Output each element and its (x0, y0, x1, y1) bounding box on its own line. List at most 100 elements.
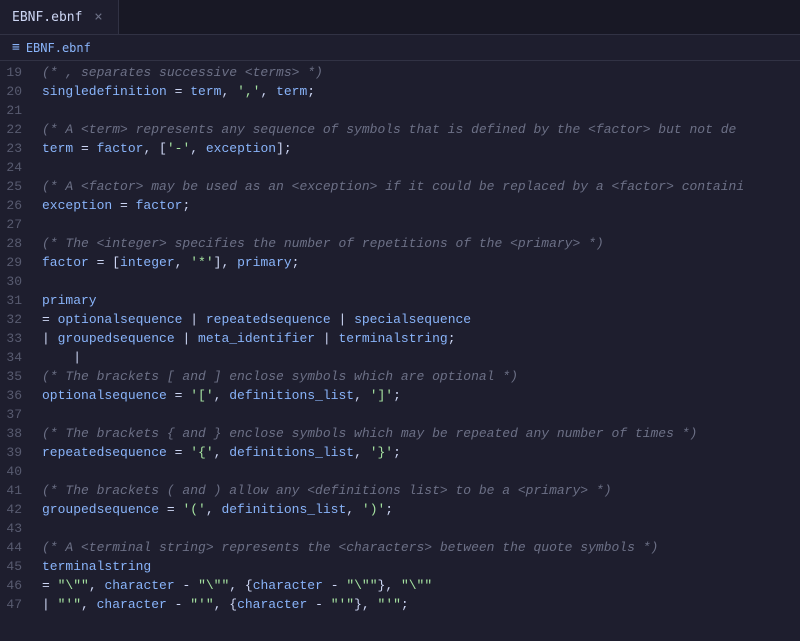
token-comment: (* The brackets ( and ) allow any <defin… (42, 483, 612, 498)
token-operator: | (175, 331, 198, 346)
token-operator: = (167, 388, 190, 403)
line-code: terminalstring (42, 557, 800, 576)
token-comment: (* A <factor> may be used as an <excepti… (42, 179, 744, 194)
token-operator: = (42, 578, 58, 593)
line-code: | groupedsequence | meta_identifier | te… (42, 329, 800, 348)
token-operator: = (112, 198, 135, 213)
token-string: ',' (237, 84, 260, 99)
token-comment: (* A <term> represents any sequence of s… (42, 122, 736, 137)
token-identifier: singledefinition (42, 84, 167, 99)
breadcrumb-icon: ≡ (12, 40, 20, 55)
token-operator: - (167, 597, 190, 612)
token-string: '[' (190, 388, 213, 403)
line-number: 23 (0, 139, 42, 158)
breadcrumb-bar: ≡ EBNF.ebnf (0, 35, 800, 61)
token-punctuation: }, (378, 578, 401, 593)
line: 38(* The brackets { and } enclose symbol… (0, 424, 800, 443)
token-identifier: terminalstring (42, 559, 151, 574)
line-number: 29 (0, 253, 42, 272)
token-identifier: exception (206, 141, 276, 156)
tab-ebnf[interactable]: EBNF.ebnf × (0, 0, 119, 34)
token-identifier: factor (42, 255, 89, 270)
token-identifier: optionalsequence (42, 388, 167, 403)
token-comment: (* The brackets { and } enclose symbols … (42, 426, 697, 441)
token-punctuation: ; (448, 331, 456, 346)
token-punctuation: [ (159, 141, 167, 156)
line-code: exception = factor; (42, 196, 800, 215)
line: 39repeatedsequence = '{', definitions_li… (0, 443, 800, 462)
token-punctuation: , (206, 502, 222, 517)
token-operator: = (73, 141, 96, 156)
token-operator: = (167, 84, 190, 99)
token-comment: (* The <integer> specifies the number of… (42, 236, 604, 251)
editor-area: 19(* , separates successive <terms> *)20… (0, 61, 800, 641)
line-code (42, 101, 800, 120)
tab-bar: EBNF.ebnf × (0, 0, 800, 35)
token-identifier: optionalsequence (58, 312, 183, 327)
token-identifier: repeatedsequence (206, 312, 331, 327)
line: 30 (0, 272, 800, 291)
line-number: 24 (0, 158, 42, 177)
token-operator: = (159, 502, 182, 517)
token-comment: (* , separates successive <terms> *) (42, 65, 323, 80)
token-identifier: groupedsequence (58, 331, 175, 346)
line: 27 (0, 215, 800, 234)
line-code: optionalsequence = '[', definitions_list… (42, 386, 800, 405)
line-number: 38 (0, 424, 42, 443)
token-string: ']' (370, 388, 393, 403)
token-operator: | (182, 312, 205, 327)
token-string: '{' (190, 445, 213, 460)
line-code: factor = [integer, '*'], primary; (42, 253, 800, 272)
line-number: 39 (0, 443, 42, 462)
line-number: 44 (0, 538, 42, 557)
token-string: '-' (167, 141, 190, 156)
token-identifier: meta_identifier (198, 331, 315, 346)
line-number: 27 (0, 215, 42, 234)
token-identifier: repeatedsequence (42, 445, 167, 460)
token-identifier: primary (42, 293, 97, 308)
token-operator: | (331, 312, 354, 327)
line-code: = "\"", character - "\"", {character - "… (42, 576, 800, 595)
line-number: 28 (0, 234, 42, 253)
line: 26exception = factor; (0, 196, 800, 215)
line-code (42, 272, 800, 291)
line-code: = optionalsequence | repeatedsequence | … (42, 310, 800, 329)
token-operator: - (175, 578, 198, 593)
token-punctuation: , (214, 388, 230, 403)
line: 19(* , separates successive <terms> *) (0, 63, 800, 82)
token-identifier: definitions_list (229, 445, 354, 460)
token-identifier: definitions_list (229, 388, 354, 403)
app-window: EBNF.ebnf × ≡ EBNF.ebnf 19(* , separates… (0, 0, 800, 641)
token-punctuation: , (260, 84, 276, 99)
token-string: '}' (370, 445, 393, 460)
token-punctuation: ; (292, 255, 300, 270)
token-comment: (* A <terminal string> represents the <c… (42, 540, 658, 555)
token-operator: = (167, 445, 190, 460)
line-number: 36 (0, 386, 42, 405)
token-string: ')' (362, 502, 385, 517)
line-number: 35 (0, 367, 42, 386)
token-identifier: specialsequence (354, 312, 471, 327)
token-punctuation: , (221, 84, 237, 99)
token-string: "'" (378, 597, 401, 612)
token-operator: | (42, 331, 58, 346)
token-punctuation: ; (307, 84, 315, 99)
line-number: 45 (0, 557, 42, 576)
token-string: "\"" (58, 578, 89, 593)
line: 21 (0, 101, 800, 120)
line: 45terminalstring (0, 557, 800, 576)
line-code: term = factor, ['-', exception]; (42, 139, 800, 158)
line-code (42, 405, 800, 424)
breadcrumb-path: EBNF.ebnf (26, 41, 91, 55)
line-number: 43 (0, 519, 42, 538)
line: 20singledefinition = term, ',', term; (0, 82, 800, 101)
line-number: 37 (0, 405, 42, 424)
token-comment: (* The brackets [ and ] enclose symbols … (42, 369, 518, 384)
token-punctuation: , (214, 445, 230, 460)
tab-close-button[interactable]: × (90, 9, 106, 25)
line: 37 (0, 405, 800, 424)
token-punctuation: ; (182, 198, 190, 213)
token-operator: = (89, 255, 112, 270)
line-number: 41 (0, 481, 42, 500)
token-punctuation: ; (385, 502, 393, 517)
